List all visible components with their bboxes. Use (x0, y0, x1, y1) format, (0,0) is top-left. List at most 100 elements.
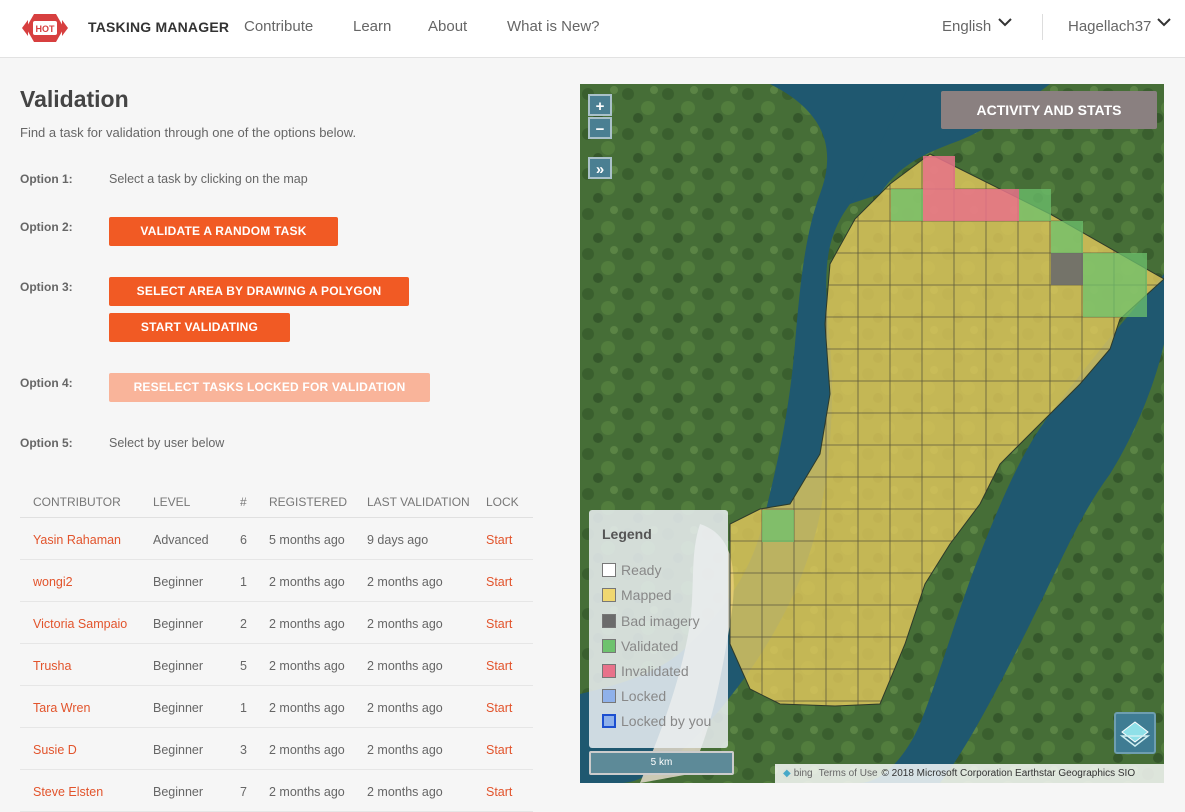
contributor-last-validation: 2 months ago (367, 701, 443, 715)
invalidated-cell (923, 156, 955, 221)
validate-random-task-button[interactable]: VALIDATE A RANDOM TASK (109, 217, 338, 246)
start-validating-button[interactable]: START VALIDATING (109, 313, 290, 342)
start-lock-link[interactable]: Start (486, 659, 512, 673)
layers-button[interactable] (1114, 712, 1156, 754)
contributor-name[interactable]: Tara Wren (33, 701, 90, 715)
contributor-registered: 2 months ago (269, 743, 345, 757)
contributor-last-validation: 2 months ago (367, 743, 443, 757)
start-lock-link[interactable]: Start (486, 575, 512, 589)
expand-panel-button[interactable]: » (588, 157, 612, 179)
swatch-mapped (602, 588, 616, 602)
nav-whats-new[interactable]: What is New? (507, 18, 600, 35)
contributor-level: Beginner (153, 785, 204, 799)
legend-bad-imagery: Bad imagery (602, 613, 700, 631)
swatch-validated (602, 639, 616, 653)
contributor-count: 1 (240, 701, 247, 715)
contributor-last-validation: 2 months ago (367, 617, 443, 631)
option-4-label: Option 4: (20, 376, 73, 390)
col-registered[interactable]: REGISTERED (269, 495, 347, 509)
contributor-name[interactable]: Steve Elsten (33, 785, 103, 799)
col-contributor[interactable]: CONTRIBUTOR (33, 495, 121, 509)
contributor-level: Beginner (153, 617, 204, 631)
contributor-name[interactable]: wongi2 (33, 575, 73, 589)
contributor-name[interactable]: Trusha (33, 659, 71, 673)
logo-text: HOT (36, 24, 56, 34)
validated-cell (1083, 285, 1115, 317)
contributors-table: CONTRIBUTOR LEVEL # REGISTERED LAST VALI… (20, 486, 533, 812)
table-row: Yasin Rahaman Advanced 6 5 months ago 9 days… (20, 518, 533, 560)
map-attribution: ◆ bing Terms of Use © 2018 Microsoft Corpor… (775, 764, 1164, 783)
col-level[interactable]: LEVEL (153, 495, 190, 509)
user-menu[interactable]: Hagellach37 (1068, 18, 1151, 35)
contributor-registered: 2 months ago (269, 575, 345, 589)
legend-invalidated: Invalidated (602, 663, 689, 681)
invalidated-cell (955, 189, 987, 221)
contributor-registered: 2 months ago (269, 785, 345, 799)
header-divider (1042, 14, 1043, 40)
bing-logo-icon: ◆ (783, 768, 791, 779)
table-row: Trusha Beginner 5 2 months ago 2 months ago S… (20, 644, 533, 686)
validated-cell (1115, 253, 1147, 285)
bing-label: bing (793, 768, 813, 779)
option-3-label: Option 3: (20, 280, 73, 294)
contributor-name[interactable]: Yasin Rahaman (33, 533, 121, 547)
hot-logo[interactable]: HOT (22, 10, 68, 46)
draw-polygon-button[interactable]: SELECT AREA BY DRAWING A POLYGON (109, 277, 409, 306)
contributor-count: 5 (240, 659, 247, 673)
contributor-name[interactable]: Susie D (33, 743, 77, 757)
start-lock-link[interactable]: Start (486, 617, 512, 631)
swatch-locked-by-you (602, 714, 616, 728)
start-lock-link[interactable]: Start (486, 533, 512, 547)
zoom-out-button[interactable]: − (588, 117, 612, 139)
legend-mapped: Mapped (602, 587, 672, 605)
contributor-last-validation: 9 days ago (367, 533, 429, 547)
swatch-bad-imagery (602, 614, 616, 628)
table-row: Victoria Sampaio Beginner 2 2 months ago 2 m… (20, 602, 533, 644)
nav-learn[interactable]: Learn (353, 18, 391, 35)
page-subtitle: Find a task for validation through one o… (20, 125, 357, 140)
contributor-name[interactable]: Victoria Sampaio (33, 617, 127, 631)
contributor-count: 7 (240, 785, 247, 799)
brand-title[interactable]: TASKING MANAGER (88, 19, 229, 35)
contributor-registered: 2 months ago (269, 659, 345, 673)
swatch-ready (602, 563, 616, 577)
nav-contribute[interactable]: Contribute (244, 18, 313, 35)
contributor-count: 1 (240, 575, 247, 589)
language-selector[interactable]: English (942, 18, 991, 35)
option-2-label: Option 2: (20, 220, 73, 234)
bad-imagery-cell (1051, 253, 1083, 285)
reselect-locked-tasks-button[interactable]: RESELECT TASKS LOCKED FOR VALIDATION (109, 373, 430, 402)
chevron-down-icon[interactable] (997, 16, 1013, 28)
activity-and-stats-button[interactable]: ACTIVITY AND STATS (941, 91, 1157, 129)
option-1-text: Select a task by clicking on the map (109, 172, 308, 186)
validated-cell (1083, 253, 1115, 285)
validated-cell (1115, 285, 1147, 317)
validated-cell (762, 510, 794, 542)
invalidated-cell (987, 189, 1019, 221)
start-lock-link[interactable]: Start (486, 785, 512, 799)
contributor-registered: 2 months ago (269, 701, 345, 715)
scale-bar: 5 km (589, 751, 734, 775)
terms-of-use-link[interactable]: Terms of Use (819, 768, 878, 779)
contributor-last-validation: 2 months ago (367, 659, 443, 673)
col-count[interactable]: # (240, 495, 247, 509)
contributor-level: Beginner (153, 575, 204, 589)
col-last-validation[interactable]: LAST VALIDATION (367, 495, 470, 509)
contributor-count: 2 (240, 617, 247, 631)
contributor-last-validation: 2 months ago (367, 575, 443, 589)
chevron-down-icon[interactable] (1156, 16, 1172, 28)
swatch-locked (602, 689, 616, 703)
top-navbar: HOT TASKING MANAGER Contribute Learn Abo… (0, 0, 1185, 58)
validated-cell (891, 189, 923, 221)
page-title: Validation (20, 86, 129, 112)
task-map[interactable]: + − » ACTIVITY AND STATS Legend Ready Ma… (580, 84, 1164, 783)
col-lock[interactable]: LOCK (486, 495, 519, 509)
zoom-in-button[interactable]: + (588, 94, 612, 116)
start-lock-link[interactable]: Start (486, 743, 512, 757)
swatch-invalidated (602, 664, 616, 678)
copyright-text: © 2018 Microsoft Corporation Earthstar G… (881, 768, 1136, 779)
nav-about[interactable]: About (428, 18, 467, 35)
start-lock-link[interactable]: Start (486, 701, 512, 715)
validated-cell (1051, 221, 1083, 253)
legend-ready: Ready (602, 562, 661, 580)
